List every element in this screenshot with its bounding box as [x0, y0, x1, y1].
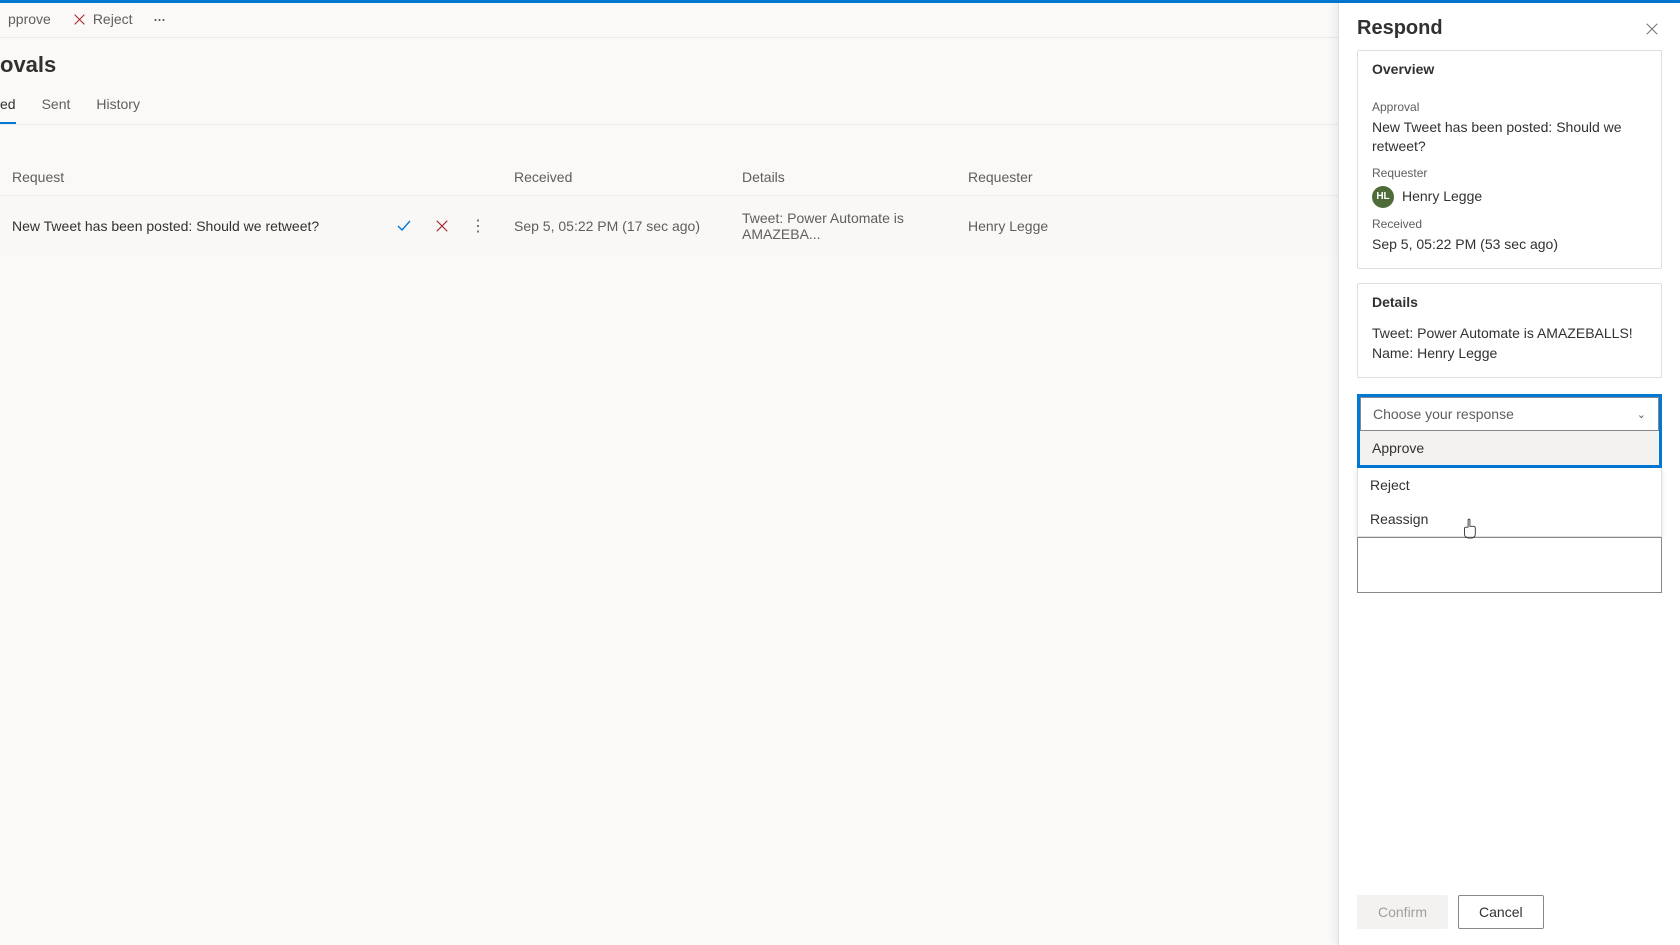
close-panel-button[interactable] — [1642, 19, 1662, 39]
reject-icon[interactable] — [432, 216, 452, 236]
requester-label: Requester — [1372, 165, 1647, 182]
overview-header: Overview — [1358, 51, 1661, 87]
row-received: Sep 5, 05:22 PM (17 sec ago) — [514, 218, 742, 234]
comment-textarea[interactable] — [1357, 537, 1662, 593]
approve-button[interactable]: pprove — [0, 7, 59, 31]
avatar: HL — [1372, 186, 1394, 208]
row-details: Tweet: Power Automate is AMAZEBA... — [742, 210, 968, 242]
approval-value: New Tweet has been posted: Should we ret… — [1372, 118, 1647, 157]
requester-row: HL Henry Legge — [1372, 186, 1647, 208]
column-received: Received — [514, 169, 742, 185]
panel-title: Respond — [1357, 17, 1443, 40]
panel-body: Overview Approval New Tweet has been pos… — [1339, 48, 1680, 394]
details-content: Tweet: Power Automate is AMAZEBALLS! Nam… — [1358, 320, 1661, 377]
approval-label: Approval — [1372, 99, 1647, 116]
more-vertical-icon[interactable]: ⋮ — [470, 216, 486, 236]
response-dropdown-highlight: Choose your response ⌄ Approve — [1357, 394, 1662, 468]
details-line2: Name: Henry Legge — [1372, 344, 1647, 364]
dropdown-option-reject[interactable]: Reject — [1358, 468, 1661, 502]
reject-label: Reject — [93, 11, 133, 27]
dropdown-option-approve[interactable]: Approve — [1360, 431, 1659, 465]
column-details: Details — [742, 169, 968, 185]
tab-sent[interactable]: Sent — [42, 88, 71, 124]
cancel-button[interactable]: Cancel — [1458, 895, 1544, 929]
received-value: Sep 5, 05:22 PM (53 sec ago) — [1372, 235, 1647, 255]
panel-footer: Confirm Cancel — [1339, 879, 1680, 945]
row-title: New Tweet has been posted: Should we ret… — [12, 218, 319, 234]
more-icon[interactable]: ··· — [147, 9, 171, 30]
row-request-cell: New Tweet has been posted: Should we ret… — [0, 216, 514, 236]
dropdown-remaining: Reject Reassign — [1357, 468, 1662, 537]
received-label: Received — [1372, 216, 1647, 233]
approve-label: pprove — [8, 11, 51, 27]
tab-history[interactable]: History — [96, 88, 140, 124]
dropdown-option-reassign[interactable]: Reassign — [1358, 502, 1661, 536]
tab-received[interactable]: ed — [0, 88, 16, 124]
details-line1: Tweet: Power Automate is AMAZEBALLS! — [1372, 324, 1647, 344]
respond-panel: Respond Overview Approval New Tweet has … — [1338, 3, 1680, 945]
confirm-button[interactable]: Confirm — [1357, 895, 1448, 929]
details-card: Details Tweet: Power Automate is AMAZEBA… — [1357, 283, 1662, 378]
dropdown-placeholder: Choose your response — [1373, 406, 1514, 422]
overview-content: Approval New Tweet has been posted: Shou… — [1358, 87, 1661, 268]
reject-button[interactable]: Reject — [65, 7, 141, 31]
requester-name: Henry Legge — [1402, 187, 1482, 207]
close-icon — [73, 12, 87, 26]
chevron-down-icon: ⌄ — [1637, 408, 1646, 421]
details-header: Details — [1358, 284, 1661, 320]
row-actions: ⋮ — [394, 216, 514, 236]
column-request: Request — [0, 169, 514, 185]
response-dropdown[interactable]: Choose your response ⌄ — [1360, 397, 1659, 431]
approve-icon[interactable] — [394, 216, 414, 236]
overview-card: Overview Approval New Tweet has been pos… — [1357, 50, 1662, 269]
panel-header: Respond — [1339, 3, 1680, 48]
